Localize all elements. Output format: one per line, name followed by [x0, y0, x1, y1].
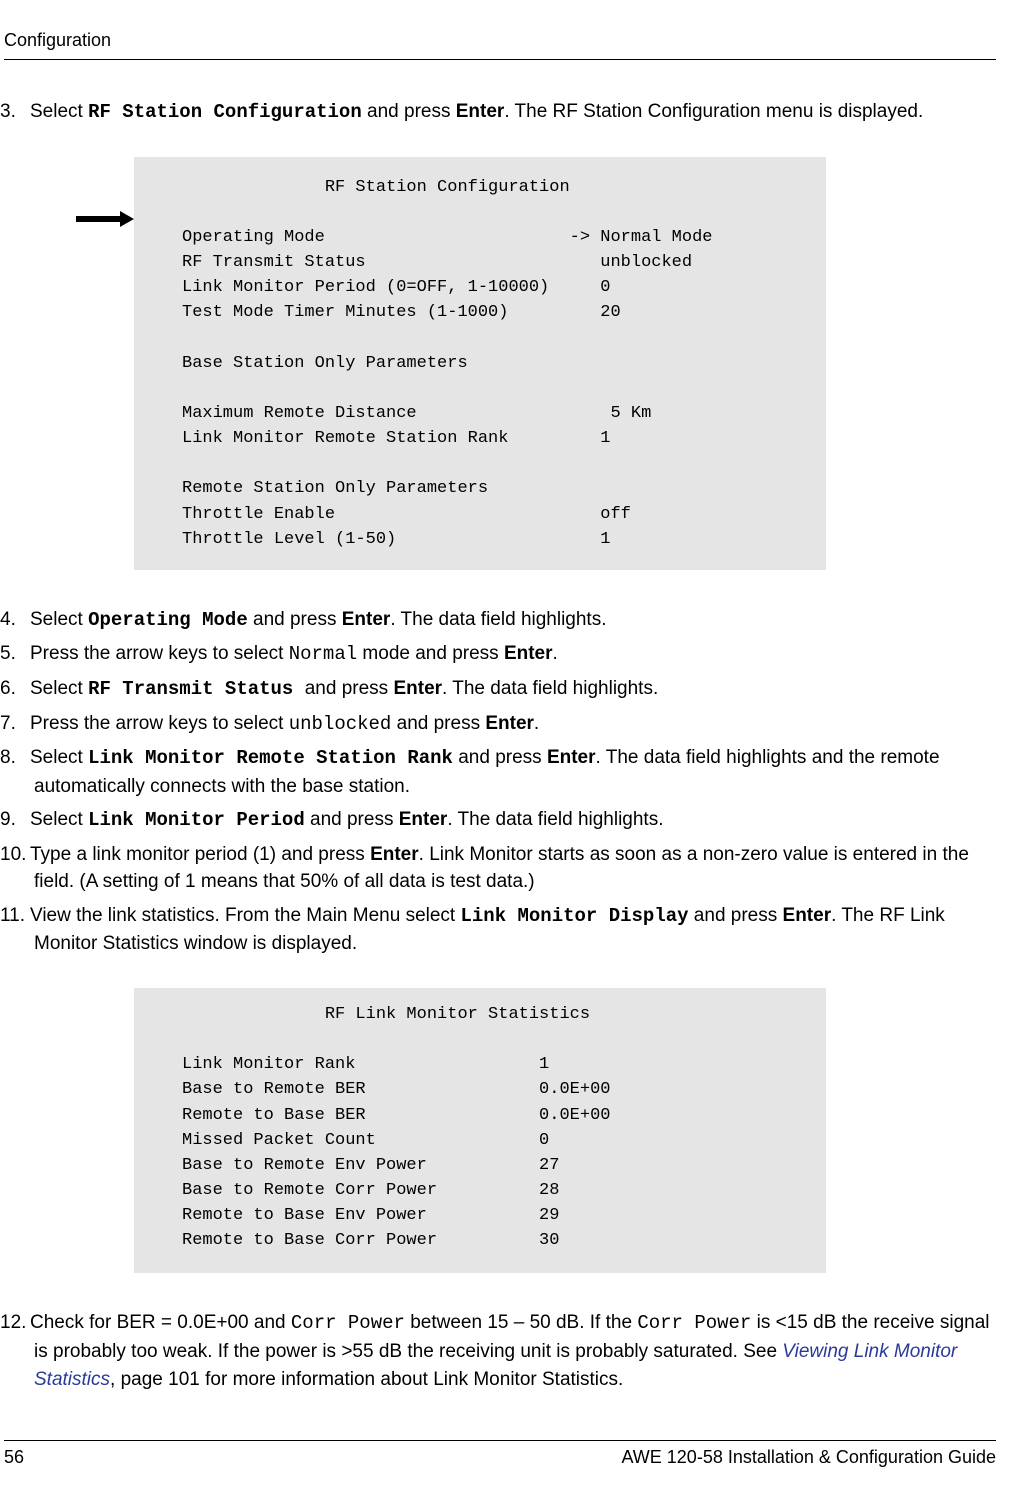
code: Link Monitor Display	[460, 905, 688, 927]
code: unblocked	[289, 713, 392, 735]
step-10: 10.Type a link monitor period (1) and pr…	[0, 841, 996, 896]
terminal-rf-station-config: RF Station Configuration Operating Mode …	[134, 157, 826, 570]
step-12: 12.Check for BER = 0.0E+00 and Corr Powe…	[0, 1309, 996, 1393]
terminal-line: RF Transmit Status unblocked	[182, 253, 692, 272]
terminal-line: Link Monitor Period (0=OFF, 1-10000) 0	[182, 278, 610, 297]
terminal-line: Link Monitor Remote Station Rank 1	[182, 429, 610, 448]
step-number: 7.	[0, 710, 30, 738]
bold: Enter	[399, 809, 448, 830]
text: .	[534, 713, 539, 734]
text: . The RF Station Configuration menu is d…	[504, 101, 923, 122]
step-number: 9.	[0, 806, 30, 834]
terminal-line: Remote to Base Corr Power 30	[182, 1231, 559, 1250]
code: RF Transmit Status	[88, 678, 305, 700]
text: .	[553, 643, 558, 664]
bold: Enter	[393, 678, 442, 699]
text: Check for BER = 0.0E+00 and	[30, 1312, 291, 1333]
step-7: 7.Press the arrow keys to select unblock…	[0, 710, 996, 739]
step-3: 3.Select RF Station Configuration and pr…	[0, 98, 996, 570]
pointer-arrow-icon	[76, 211, 134, 229]
terminal-2-wrap: RF Link Monitor Statistics Link Monitor …	[134, 988, 826, 1274]
text: and press	[248, 609, 342, 630]
step-number: 4.	[0, 606, 30, 634]
code: RF Station Configuration	[88, 101, 362, 123]
text: and press	[305, 809, 399, 830]
step-number: 11.	[0, 902, 30, 930]
step-11: 11.View the link statistics. From the Ma…	[0, 902, 996, 1274]
footer-rule	[4, 1440, 996, 1441]
steps-list: 3.Select RF Station Configuration and pr…	[0, 98, 996, 1393]
text: . The data field highlights.	[447, 809, 663, 830]
text: and press	[305, 678, 394, 699]
bold: Enter	[456, 101, 505, 122]
terminal-line: Remote to Base Env Power 29	[182, 1206, 559, 1225]
text: mode and press	[357, 643, 504, 664]
bold: Enter	[504, 643, 553, 664]
code: Normal	[289, 643, 357, 665]
terminal-line: Throttle Level (1-50) 1	[182, 530, 610, 549]
code: Link Monitor Remote Station Rank	[88, 747, 453, 769]
page-header: Configuration	[4, 30, 996, 51]
text: and press	[391, 713, 485, 734]
step-8: 8.Select Link Monitor Remote Station Ran…	[0, 744, 996, 800]
step-5: 5.Press the arrow keys to select Normal …	[0, 640, 996, 669]
step-4: 4.Select Operating Mode and press Enter.…	[0, 606, 996, 635]
terminal-line: Test Mode Timer Minutes (1-1000) 20	[182, 303, 621, 322]
code: Corr Power	[637, 1312, 751, 1334]
text: . The data field highlights.	[390, 609, 606, 630]
text: Select	[30, 747, 88, 768]
bold: Enter	[342, 609, 391, 630]
terminal-rf-link-monitor: RF Link Monitor Statistics Link Monitor …	[134, 988, 826, 1274]
text: Select	[30, 809, 88, 830]
step-number: 8.	[0, 744, 30, 772]
terminal-title: RF Station Configuration	[182, 178, 570, 197]
terminal-line: Base to Remote BER 0.0E+00	[182, 1080, 610, 1099]
text: and press	[453, 747, 547, 768]
step-number: 6.	[0, 675, 30, 703]
code: Corr Power	[291, 1312, 405, 1334]
page-footer: 56 AWE 120-58 Installation & Configurati…	[0, 1440, 996, 1468]
step-number: 5.	[0, 640, 30, 668]
terminal-1-wrap: RF Station Configuration Operating Mode …	[134, 157, 826, 570]
text: Press the arrow keys to select	[30, 713, 289, 734]
terminal-line: Throttle Enable off	[182, 505, 631, 524]
text: and press	[362, 101, 456, 122]
text: Type a link monitor period (1) and press	[30, 844, 370, 865]
page-number: 56	[4, 1447, 24, 1468]
text: and press	[689, 905, 783, 926]
terminal-line: Remote Station Only Parameters	[182, 479, 488, 498]
code: Operating Mode	[88, 609, 248, 631]
terminal-line: Base to Remote Env Power 27	[182, 1156, 559, 1175]
step-number: 3.	[0, 98, 30, 126]
text: between 15 – 50 dB. If the	[405, 1312, 637, 1333]
terminal-line: Base Station Only Parameters	[182, 354, 468, 373]
page-content: Configuration 3.Select RF Station Config…	[0, 0, 1012, 1500]
text: , page 101 for more information about Li…	[110, 1369, 623, 1390]
text: Select	[30, 609, 88, 630]
bold: Enter	[485, 713, 534, 734]
step-6: 6.Select RF Transmit Status and press En…	[0, 675, 996, 704]
text: Press the arrow keys to select	[30, 643, 289, 664]
doc-title: AWE 120-58 Installation & Configuration …	[621, 1447, 996, 1468]
terminal-title: RF Link Monitor Statistics	[182, 1005, 590, 1024]
terminal-line: Base to Remote Corr Power 28	[182, 1181, 559, 1200]
step-number: 12.	[0, 1309, 30, 1337]
terminal-line: Missed Packet Count 0	[182, 1131, 549, 1150]
text: View the link statistics. From the Main …	[30, 905, 460, 926]
bold: Enter	[370, 844, 419, 865]
terminal-line: Operating Mode -> Normal Mode	[182, 228, 713, 247]
header-rule	[4, 59, 996, 60]
step-9: 9.Select Link Monitor Period and press E…	[0, 806, 996, 835]
text: . The data field highlights.	[442, 678, 658, 699]
bold: Enter	[783, 905, 832, 926]
bold: Enter	[547, 747, 596, 768]
code: Link Monitor Period	[88, 809, 305, 831]
text: Select	[30, 101, 88, 122]
step-number: 10.	[0, 841, 30, 869]
terminal-line: Maximum Remote Distance 5 Km	[182, 404, 651, 423]
text: Select	[30, 678, 88, 699]
terminal-line: Remote to Base BER 0.0E+00	[182, 1106, 610, 1125]
terminal-line: Link Monitor Rank 1	[182, 1055, 549, 1074]
